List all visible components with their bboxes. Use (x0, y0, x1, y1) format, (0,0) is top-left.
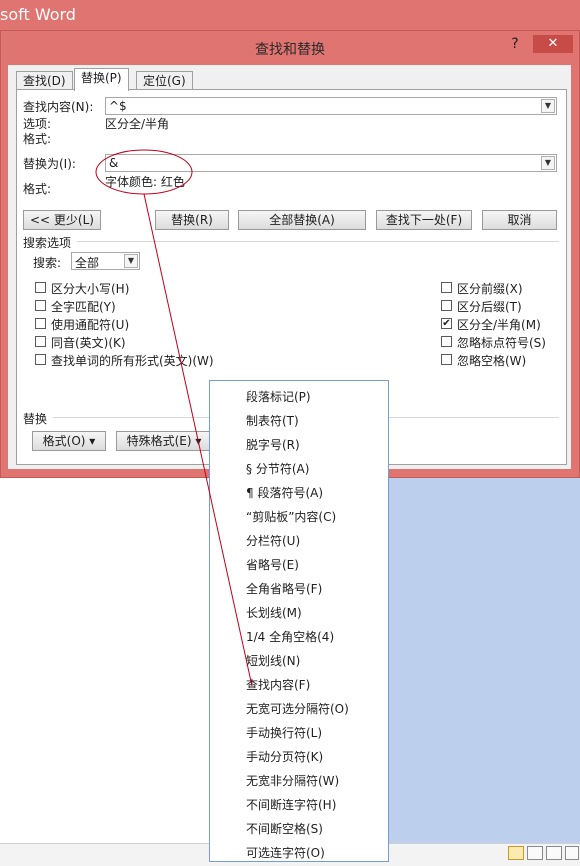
chevron-down-icon[interactable]: ▼ (541, 156, 555, 170)
menu-item[interactable]: 制表符(T) (246, 412, 299, 429)
document-area (0, 478, 210, 843)
print-layout-view-icon[interactable] (508, 846, 524, 860)
option-checkbox[interactable] (441, 282, 452, 293)
special-format-button[interactable]: 特殊格式(E) ▾ (116, 431, 212, 451)
option-label[interactable]: 忽略空格(W) (457, 352, 526, 369)
option-checkbox[interactable] (35, 318, 46, 329)
menu-item[interactable]: 手动分页符(K) (246, 748, 323, 765)
replace-section-heading: 替换 (23, 412, 48, 426)
menu-item[interactable]: 1/4 全角空格(4) (246, 628, 334, 645)
help-button[interactable]: ? (507, 36, 523, 54)
option-checkbox[interactable] (441, 336, 452, 347)
menu-item[interactable]: 查找内容(F) (246, 676, 310, 693)
option-checkbox[interactable] (441, 354, 452, 365)
option-checkbox[interactable] (35, 354, 46, 365)
option-label[interactable]: 同音(英文)(K) (51, 334, 126, 351)
less-button[interactable]: << 更少(L) (23, 210, 101, 230)
special-format-menu: 段落标记(P) 制表符(T) 脱字号(R) § 分节符(A) ¶ 段落符号(A) “剪贴板… (209, 380, 389, 862)
cancel-button[interactable]: 取消 (482, 210, 557, 230)
menu-item[interactable]: 分栏符(U) (246, 532, 300, 549)
chevron-down-icon[interactable]: ▼ (124, 254, 138, 268)
menu-item[interactable]: ¶ 段落符号(A) (246, 484, 323, 501)
replace-format-label: 格式: (23, 182, 52, 196)
menu-item[interactable]: 无宽非分隔符(W) (246, 772, 339, 789)
outline-view-icon[interactable] (565, 846, 579, 860)
find-label: 查找内容(N): (23, 100, 94, 114)
menu-item[interactable]: 短划线(N) (246, 652, 300, 669)
option-label[interactable]: 忽略标点符号(S) (457, 334, 546, 351)
reading-view-icon[interactable] (527, 846, 543, 860)
find-input-value: ^$ (109, 99, 127, 113)
find-format-label: 格式: (23, 132, 52, 146)
search-direction-label: 搜索: (33, 256, 62, 270)
menu-item[interactable]: 省略号(E) (246, 556, 299, 573)
option-label[interactable]: 区分前缀(X) (457, 280, 523, 297)
menu-item[interactable]: § 分节符(A) (246, 460, 309, 477)
option-checkbox[interactable] (35, 282, 46, 293)
replace-input[interactable]: & ▼ (105, 154, 557, 172)
menu-item[interactable]: 无宽可选分隔符(O) (246, 700, 349, 717)
menu-item[interactable]: 不间断空格(S) (246, 820, 323, 837)
tab-replace[interactable]: 替换(P) (74, 68, 129, 91)
option-label[interactable]: 全字匹配(Y) (51, 298, 116, 315)
chevron-down-icon[interactable]: ▼ (541, 99, 555, 113)
replace-label: 替换为(I): (23, 157, 76, 171)
option-checkbox[interactable]: ✔ (441, 318, 452, 329)
find-next-button[interactable]: 查找下一处(F) (376, 210, 472, 230)
option-checkbox[interactable] (441, 300, 452, 311)
menu-item[interactable]: 段落标记(P) (246, 388, 311, 405)
menu-item[interactable]: 可选连字符(O) (246, 844, 325, 861)
replace-all-button[interactable]: 全部替换(A) (238, 210, 366, 230)
tab-goto[interactable]: 定位(G) (136, 71, 193, 90)
option-checkbox[interactable] (35, 300, 46, 311)
option-label[interactable]: 使用通配符(U) (51, 316, 129, 333)
menu-item[interactable]: 脱字号(R) (246, 436, 300, 453)
search-options-heading: 搜索选项 (23, 236, 72, 250)
option-label[interactable]: 区分大小写(H) (51, 280, 129, 297)
search-direction-select[interactable]: 全部 ▼ (71, 252, 140, 270)
dialog-title: 查找和替换 (255, 42, 325, 58)
word-window-title: soft Word (0, 5, 76, 24)
menu-item[interactable]: 不间断连字符(H) (246, 796, 336, 813)
document-background (389, 478, 580, 843)
close-button[interactable]: ✕ (533, 35, 573, 53)
menu-item[interactable]: “剪贴板”内容(C) (246, 508, 336, 525)
section-divider (77, 241, 559, 242)
option-label[interactable]: 查找单词的所有形式(英文)(W) (51, 352, 214, 369)
search-direction-value: 全部 (75, 256, 100, 270)
word-titlebar: soft Word (0, 0, 580, 30)
replace-input-value: & (109, 156, 119, 170)
option-checkbox[interactable] (35, 336, 46, 347)
menu-item[interactable]: 长划线(M) (246, 604, 302, 621)
replace-button[interactable]: 替换(R) (155, 210, 229, 230)
replace-format-value: 字体颜色: 红色 (105, 175, 185, 189)
tab-find[interactable]: 查找(D) (16, 71, 73, 90)
menu-item[interactable]: 手动换行符(L) (246, 724, 322, 741)
menu-item[interactable]: 全角省略号(F) (246, 580, 322, 597)
find-input[interactable]: ^$ ▼ (105, 97, 557, 115)
option-label[interactable]: 区分后缀(T) (457, 298, 522, 315)
option-label[interactable]: 区分全/半角(M) (457, 316, 541, 333)
web-layout-view-icon[interactable] (546, 846, 562, 860)
format-button[interactable]: 格式(O) ▾ (32, 431, 106, 451)
options-value: 区分全/半角 (105, 117, 170, 131)
